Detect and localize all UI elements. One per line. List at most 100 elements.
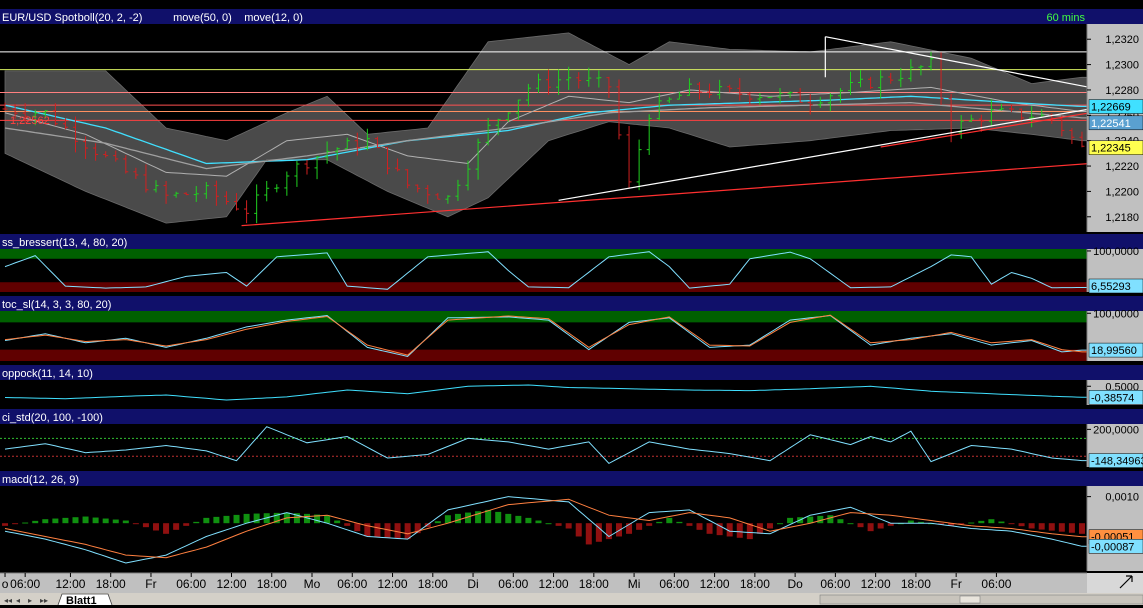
macd-histogram-bar (857, 523, 864, 528)
macd-histogram-bar (555, 523, 562, 526)
y-tick-label: 200,0000 (1093, 424, 1139, 436)
macd-histogram-bar (1068, 523, 1075, 533)
macd-histogram-bar (334, 520, 341, 524)
sheet-nav-button[interactable]: ▸ (28, 596, 32, 605)
y-tick-label: 1,2300 (1105, 60, 1139, 72)
y-tick-label: 1,2180 (1105, 212, 1139, 224)
macd-histogram-bar (636, 523, 643, 530)
x-tick-label: 06:00 (337, 577, 367, 591)
macd-histogram-bar (686, 523, 693, 526)
pane-header-bar (0, 471, 1143, 486)
macd-histogram-bar (324, 515, 331, 524)
macd-histogram-bar (827, 515, 834, 524)
macd-histogram-bar (766, 523, 773, 529)
pane-header-bar (0, 9, 1143, 24)
macd-histogram-bar (968, 522, 975, 524)
macd-histogram-bar (434, 521, 441, 524)
pane-title: ci_std(20, 100, -100) (2, 412, 103, 424)
macd-histogram-bar (243, 513, 250, 524)
x-tick-label: 06:00 (176, 577, 206, 591)
chart-root: EUR/USD Spot boll(20, 2, -2) move(50, 0) mo… (0, 0, 1143, 607)
x-tick-label: 12:00 (861, 577, 891, 591)
macd-histogram-bar (394, 523, 401, 539)
indicator-value-label: -148,34963 (1091, 456, 1143, 468)
last-value-label: 1,22345 (1091, 143, 1131, 155)
pane-title: oppock(11, 14, 10) (2, 368, 93, 380)
macd-histogram-bar (1048, 523, 1055, 531)
macd-histogram-bar (32, 520, 39, 524)
macd-histogram-bar (495, 511, 502, 524)
x-tick-label: Fr (950, 577, 961, 591)
y-tick-label: 1,2320 (1105, 34, 1139, 46)
oversold-zone (0, 349, 1087, 361)
macd-histogram-bar (988, 519, 995, 524)
overbought-zone (0, 311, 1087, 323)
macd-histogram-bar (777, 523, 784, 525)
x-tick-label: 12:00 (55, 577, 85, 591)
macd-histogram-bar (223, 515, 230, 524)
macd-histogram-bar (696, 523, 703, 530)
macd-histogram-bar (102, 518, 109, 524)
x-tick-label: o (2, 577, 9, 591)
macd-histogram-bar (736, 523, 743, 538)
macd-histogram-bar (585, 523, 592, 545)
y-tick-label: 100,0000 (1093, 308, 1139, 320)
macd-histogram-bar (1078, 523, 1085, 534)
sheet-tab-label[interactable]: Blatt1 (66, 595, 97, 607)
scrollbar-thumb[interactable] (959, 595, 981, 604)
last-value-label: 1,22541 (1091, 118, 1131, 130)
x-tick-label: 12:00 (539, 577, 569, 591)
sheet-nav-button[interactable]: ◂ (16, 596, 20, 605)
sheet-nav-button[interactable]: ▸▸ (40, 596, 48, 605)
x-tick-label: 06:00 (981, 577, 1011, 591)
y-tick-label: 100,0000 (1093, 246, 1139, 258)
x-tick-label: 18:00 (257, 577, 287, 591)
macd-histogram-bar (1028, 523, 1035, 529)
inline-price-label: 1,22562 (10, 115, 50, 127)
x-tick-label: 18:00 (901, 577, 931, 591)
macd-histogram-bar (656, 521, 663, 524)
macd-histogram-bar (374, 523, 381, 538)
macd-histogram-bar (233, 514, 240, 524)
macd-histogram-bar (22, 522, 29, 524)
sheet-nav-button[interactable]: ◂◂ (4, 596, 12, 605)
x-tick-label: Fr (145, 577, 156, 591)
macd-histogram-bar (153, 523, 160, 531)
macd-histogram-bar (454, 513, 461, 524)
macd-histogram-bar (666, 517, 673, 524)
macd-histogram-bar (213, 516, 220, 524)
macd-histogram-bar (203, 517, 210, 524)
pane-title: macd(12, 26, 9) (2, 474, 79, 486)
macd-histogram-bar (837, 519, 844, 524)
indicator-value-label: 6,55293 (1091, 281, 1131, 293)
macd-histogram-bar (998, 521, 1005, 524)
macd-histogram-bar (1008, 523, 1015, 525)
macd-histogram-bar (122, 520, 129, 524)
macd-histogram-bar (1038, 523, 1045, 530)
pane-title: ss_bressert(13, 4, 80, 20) (2, 237, 127, 249)
macd-histogram-bar (193, 521, 200, 524)
macd-histogram-bar (535, 520, 542, 524)
macd-histogram-bar (2, 523, 9, 526)
y-tick-label: 1,2200 (1105, 186, 1139, 198)
x-tick-label: 06:00 (10, 577, 40, 591)
macd-histogram-bar (1058, 523, 1065, 532)
corner-box (1087, 573, 1143, 593)
macd-histogram-bar (565, 523, 572, 529)
macd-histogram-bar (92, 517, 99, 524)
macd-histogram-bar (253, 513, 260, 524)
horizontal-scrollbar[interactable] (819, 594, 1143, 605)
macd-histogram-bar (706, 523, 713, 534)
x-tick-label: Do (787, 577, 803, 591)
indicator-label: boll(20, 2, -2) (78, 12, 143, 24)
macd-histogram-bar (877, 523, 884, 529)
x-tick-label: 18:00 (418, 577, 448, 591)
chart-canvas[interactable]: EUR/USD Spot boll(20, 2, -2) move(50, 0) mo… (0, 0, 1143, 607)
x-axis-strip (0, 573, 1143, 593)
macd-histogram-bar (173, 523, 180, 530)
macd-histogram-bar (42, 519, 49, 524)
last-value-label: 1,22669 (1091, 102, 1131, 114)
macd-histogram-bar (52, 518, 59, 524)
macd-histogram-bar (847, 523, 854, 525)
pane-header-bar (0, 296, 1143, 311)
